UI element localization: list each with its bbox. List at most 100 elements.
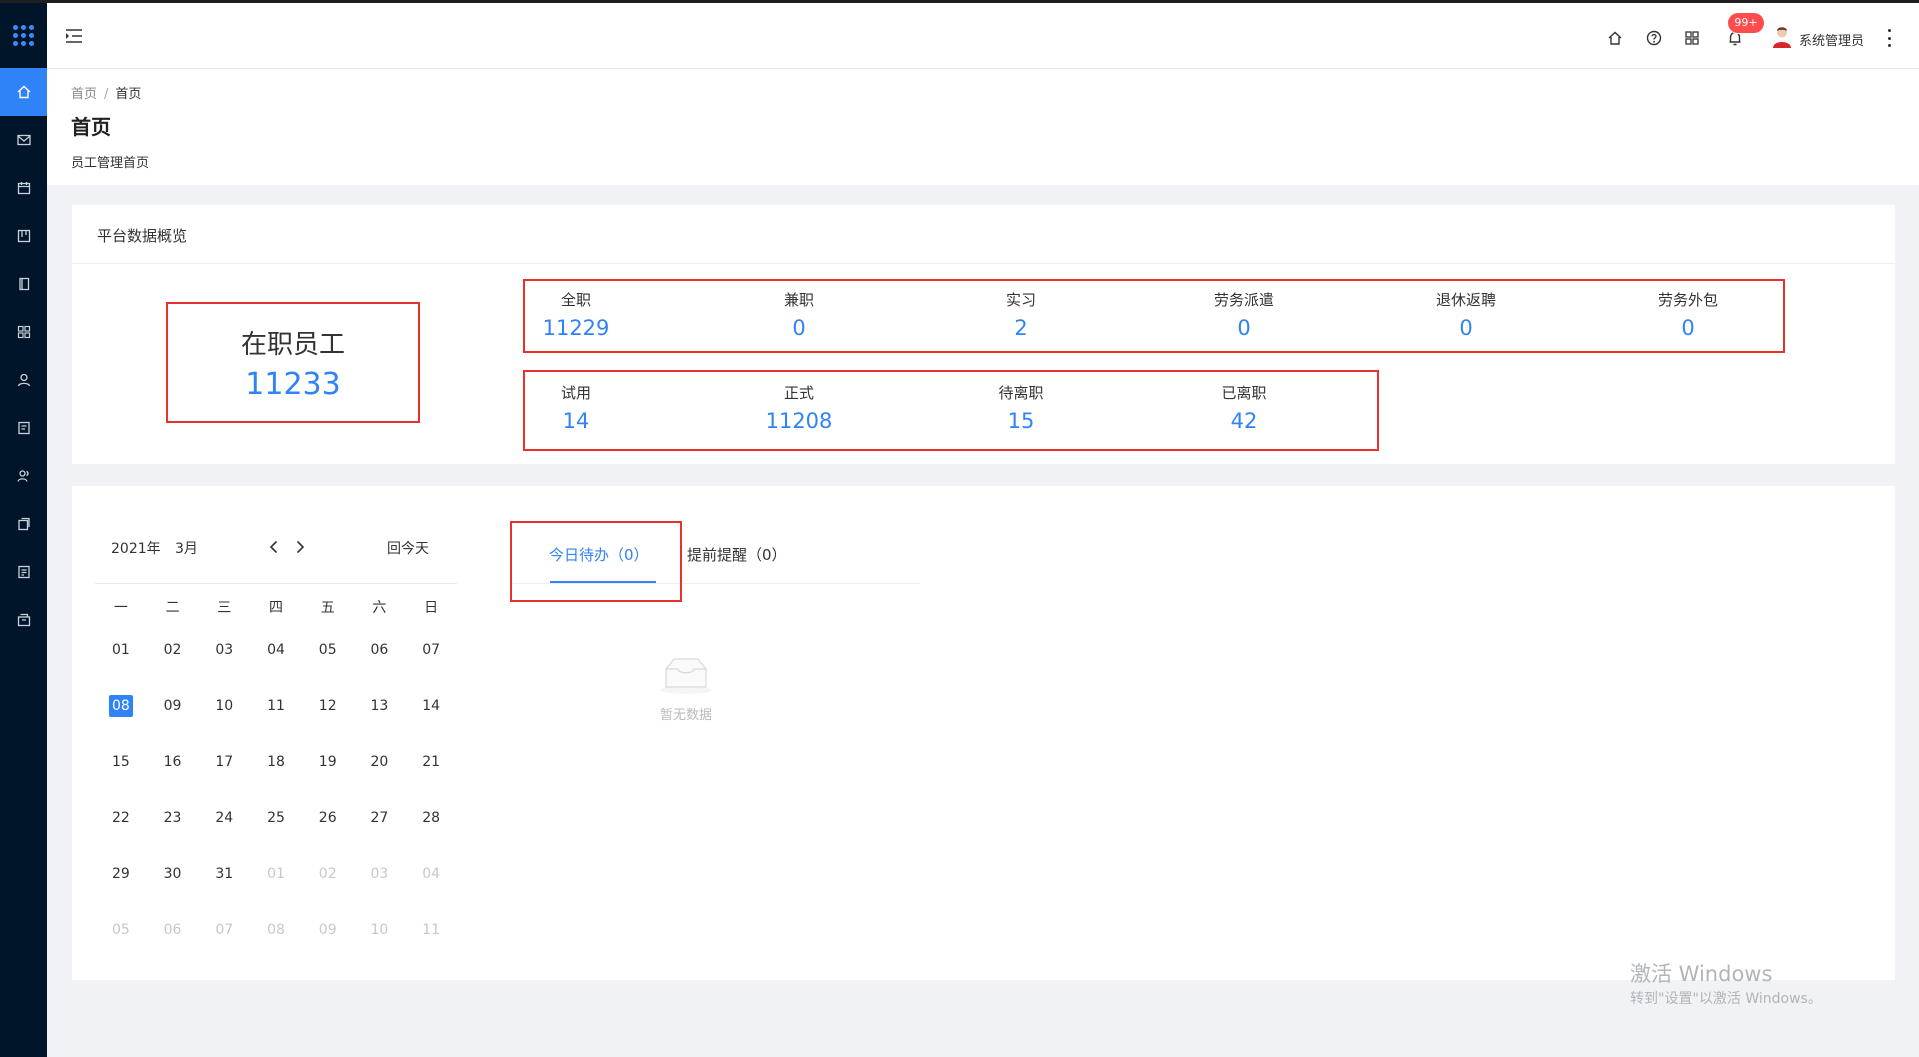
calendar-day-other-month[interactable]: 09 xyxy=(302,922,354,938)
calendar-day[interactable]: 04 xyxy=(250,642,302,658)
stat-dispatch[interactable]: 劳务派遣 0 xyxy=(1169,289,1319,340)
stat-value: 2 xyxy=(1014,316,1028,340)
board-icon xyxy=(17,229,30,243)
stat-rehire[interactable]: 退休返聘 0 xyxy=(1391,289,1541,340)
calendar-day[interactable]: 12 xyxy=(302,698,354,714)
calendar-week-row: 22 23 24 25 26 27 28 xyxy=(95,790,457,846)
calendar-day[interactable]: 30 xyxy=(147,866,199,882)
calendar-day[interactable]: 25 xyxy=(250,810,302,826)
stat-probation[interactable]: 试用 14 xyxy=(501,382,651,433)
app-launcher-icon[interactable] xyxy=(0,3,47,68)
calendar-day-other-month[interactable]: 05 xyxy=(95,922,147,938)
calendar-day[interactable]: 06 xyxy=(354,642,406,658)
calendar-grid: 一 二 三 四 五 六 日 01 02 03 04 05 06 07 08 09… xyxy=(95,592,457,958)
stat-intern[interactable]: 实习 2 xyxy=(946,289,1096,340)
chevron-right-icon[interactable] xyxy=(293,539,307,555)
user-icon xyxy=(17,373,30,387)
apps-icon[interactable] xyxy=(1683,29,1701,47)
stat-parttime[interactable]: 兼职 0 xyxy=(724,289,874,340)
breadcrumb-separator: / xyxy=(104,87,109,102)
sidebar-item-users[interactable] xyxy=(0,452,47,500)
calendar-day-other-month[interactable]: 01 xyxy=(250,866,302,882)
calendar-day[interactable]: 05 xyxy=(302,642,354,658)
calendar-day[interactable]: 13 xyxy=(354,698,406,714)
back-to-today-button[interactable]: 回今天 xyxy=(387,538,429,558)
stat-value: 11208 xyxy=(765,409,833,433)
sidebar-item-board[interactable] xyxy=(0,212,47,260)
calendar-day[interactable]: 29 xyxy=(95,866,147,882)
sidebar-item-book[interactable] xyxy=(0,260,47,308)
stat-outsource[interactable]: 劳务外包 0 xyxy=(1613,289,1763,340)
sidebar-item-archive[interactable] xyxy=(0,596,47,644)
calendar-day[interactable]: 01 xyxy=(95,642,147,658)
archive-icon xyxy=(17,613,30,627)
calendar-day[interactable]: 19 xyxy=(302,754,354,770)
calendar-month[interactable]: 3月 xyxy=(175,538,198,558)
calendar-day-other-month[interactable]: 07 xyxy=(198,922,250,938)
calendar-day-other-month[interactable]: 04 xyxy=(405,866,457,882)
active-employees-value[interactable]: 11233 xyxy=(168,367,418,402)
calendar-day[interactable]: 16 xyxy=(147,754,199,770)
calendar-day[interactable]: 03 xyxy=(198,642,250,658)
stat-left[interactable]: 已离职 42 xyxy=(1169,382,1319,433)
calendar-day[interactable]: 20 xyxy=(354,754,406,770)
stat-value: 0 xyxy=(1459,316,1473,340)
sidebar-item-user[interactable] xyxy=(0,356,47,404)
calendar-day[interactable]: 10 xyxy=(198,698,250,714)
stat-formal[interactable]: 正式 11208 xyxy=(724,382,874,433)
calendar-day-other-month[interactable]: 06 xyxy=(147,922,199,938)
calendar-day[interactable]: 14 xyxy=(405,698,457,714)
chevron-left-icon[interactable] xyxy=(267,539,281,555)
calendar-day[interactable]: 23 xyxy=(147,810,199,826)
sidebar-item-document[interactable] xyxy=(0,404,47,452)
sidebar-item-mail[interactable] xyxy=(0,116,47,164)
tab-advance-reminder[interactable]: 提前提醒（0） xyxy=(687,544,787,565)
calendar-day[interactable]: 07 xyxy=(405,642,457,658)
stat-fulltime[interactable]: 全职 11229 xyxy=(501,289,651,340)
calendar-year[interactable]: 2021年 xyxy=(111,538,161,558)
sidebar-item-home[interactable] xyxy=(0,68,47,116)
stat-label: 实习 xyxy=(1005,291,1036,309)
calendar-day[interactable]: 26 xyxy=(302,810,354,826)
more-options-icon[interactable] xyxy=(1885,27,1893,49)
calendar-day-other-month[interactable]: 10 xyxy=(354,922,406,938)
calendar-day[interactable]: 28 xyxy=(405,810,457,826)
calendar-day-selected[interactable]: 08 xyxy=(95,695,147,717)
calendar-day[interactable]: 15 xyxy=(95,754,147,770)
menu-toggle-icon[interactable] xyxy=(64,27,84,45)
calendar-day[interactable]: 18 xyxy=(250,754,302,770)
avatar[interactable] xyxy=(1771,25,1793,49)
calendar-day[interactable]: 02 xyxy=(147,642,199,658)
home-icon[interactable] xyxy=(1606,29,1624,47)
divider xyxy=(95,583,457,584)
stat-label: 劳务派遣 xyxy=(1213,291,1274,309)
calendar-day[interactable]: 22 xyxy=(95,810,147,826)
calendar-day[interactable]: 21 xyxy=(405,754,457,770)
calendar-day[interactable]: 09 xyxy=(147,698,199,714)
page-title: 首页 xyxy=(71,115,111,139)
sidebar-item-calendar[interactable] xyxy=(0,164,47,212)
help-icon[interactable] xyxy=(1645,29,1663,47)
sidebar-item-report[interactable] xyxy=(0,548,47,596)
tab-today-todo[interactable]: 今日待办（0） xyxy=(549,544,649,565)
calendar-day[interactable]: 11 xyxy=(250,698,302,714)
calendar-day[interactable]: 17 xyxy=(198,754,250,770)
calendar-week-row: 05 06 07 08 09 10 11 xyxy=(95,902,457,958)
calendar-day[interactable]: 24 xyxy=(198,810,250,826)
breadcrumb-root[interactable]: 首页 xyxy=(71,87,97,102)
sidebar-item-apps[interactable] xyxy=(0,308,47,356)
breadcrumb: 首页 / 首页 xyxy=(71,83,141,102)
user-name[interactable]: 系统管理员 xyxy=(1799,30,1864,49)
calendar-week-row: 01 02 03 04 05 06 07 xyxy=(95,622,457,678)
empty-inbox-icon xyxy=(660,658,712,694)
calendar-day-other-month[interactable]: 11 xyxy=(405,922,457,938)
calendar-day-other-month[interactable]: 03 xyxy=(354,866,406,882)
calendar-day[interactable]: 31 xyxy=(198,866,250,882)
overview-title: 平台数据概览 xyxy=(97,227,188,245)
calendar-day-other-month[interactable]: 08 xyxy=(250,922,302,938)
calendar-day-other-month[interactable]: 02 xyxy=(302,866,354,882)
stat-pending-leave[interactable]: 待离职 15 xyxy=(946,382,1096,433)
calendar-day[interactable]: 27 xyxy=(354,810,406,826)
weekday-label: 三 xyxy=(217,600,232,616)
sidebar-item-copy[interactable] xyxy=(0,500,47,548)
